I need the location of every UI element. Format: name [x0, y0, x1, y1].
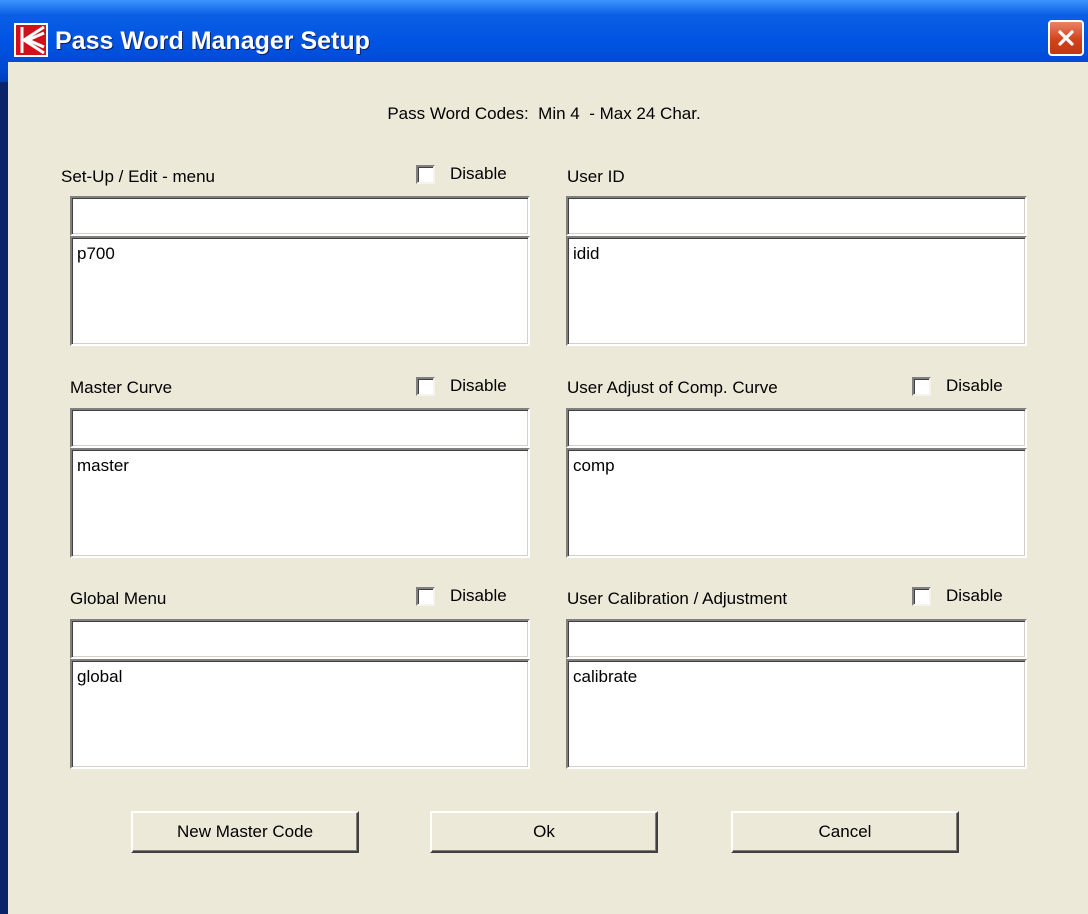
checkbox-label: Disable: [450, 164, 507, 183]
dialog-window: Pass Word Manager Setup Pass Word Codes:…: [0, 0, 1088, 914]
global-menu-list[interactable]: global: [70, 659, 530, 769]
setup-password-list[interactable]: p700: [70, 236, 530, 346]
ok-button[interactable]: Ok: [430, 811, 658, 853]
checkbox-label: Disable: [450, 586, 507, 605]
global-disable-checkbox[interactable]: Disable: [416, 586, 507, 606]
comp-disable-checkbox[interactable]: Disable: [912, 376, 1003, 396]
app-logo-icon: [14, 23, 48, 57]
master-curve-input[interactable]: [70, 408, 530, 448]
checkbox-label: Disable: [946, 586, 1003, 605]
master-disable-checkbox[interactable]: Disable: [416, 376, 507, 396]
close-button[interactable]: [1048, 20, 1084, 56]
comp-curve-list[interactable]: comp: [566, 448, 1027, 558]
user-id-list[interactable]: idid: [566, 236, 1027, 346]
checkbox-label: Disable: [946, 376, 1003, 395]
comp-curve-label: User Adjust of Comp. Curve: [567, 378, 778, 397]
setup-edit-menu-label: Set-Up / Edit - menu: [61, 167, 216, 186]
checkbox-box[interactable]: [912, 376, 931, 396]
new-master-code-button[interactable]: New Master Code: [131, 811, 359, 853]
calibration-label: User Calibration / Adjustment: [567, 589, 788, 608]
user-id-input[interactable]: [566, 196, 1027, 236]
global-menu-input[interactable]: [70, 619, 530, 659]
checkbox-box[interactable]: [416, 586, 435, 606]
checkbox-box[interactable]: [416, 376, 435, 396]
close-icon: [1058, 30, 1074, 46]
password-length-hint: Pass Word Codes: Min 4 - Max 24 Char.: [387, 104, 701, 123]
calibration-input[interactable]: [566, 619, 1027, 659]
checkbox-box[interactable]: [416, 164, 435, 184]
user-id-label: User ID: [567, 167, 625, 186]
checkbox-label: Disable: [450, 376, 507, 395]
setup-disable-checkbox[interactable]: Disable: [416, 164, 507, 184]
global-menu-label: Global Menu: [70, 589, 167, 608]
window-title: Pass Word Manager Setup: [55, 27, 370, 55]
setup-password-input[interactable]: [70, 196, 530, 236]
calibration-disable-checkbox[interactable]: Disable: [912, 586, 1003, 606]
comp-curve-input[interactable]: [566, 408, 1027, 448]
master-curve-list[interactable]: master: [70, 448, 530, 558]
cancel-button[interactable]: Cancel: [731, 811, 959, 853]
master-curve-label: Master Curve: [70, 378, 173, 397]
checkbox-box[interactable]: [912, 586, 931, 606]
calibration-list[interactable]: calibrate: [566, 659, 1027, 769]
